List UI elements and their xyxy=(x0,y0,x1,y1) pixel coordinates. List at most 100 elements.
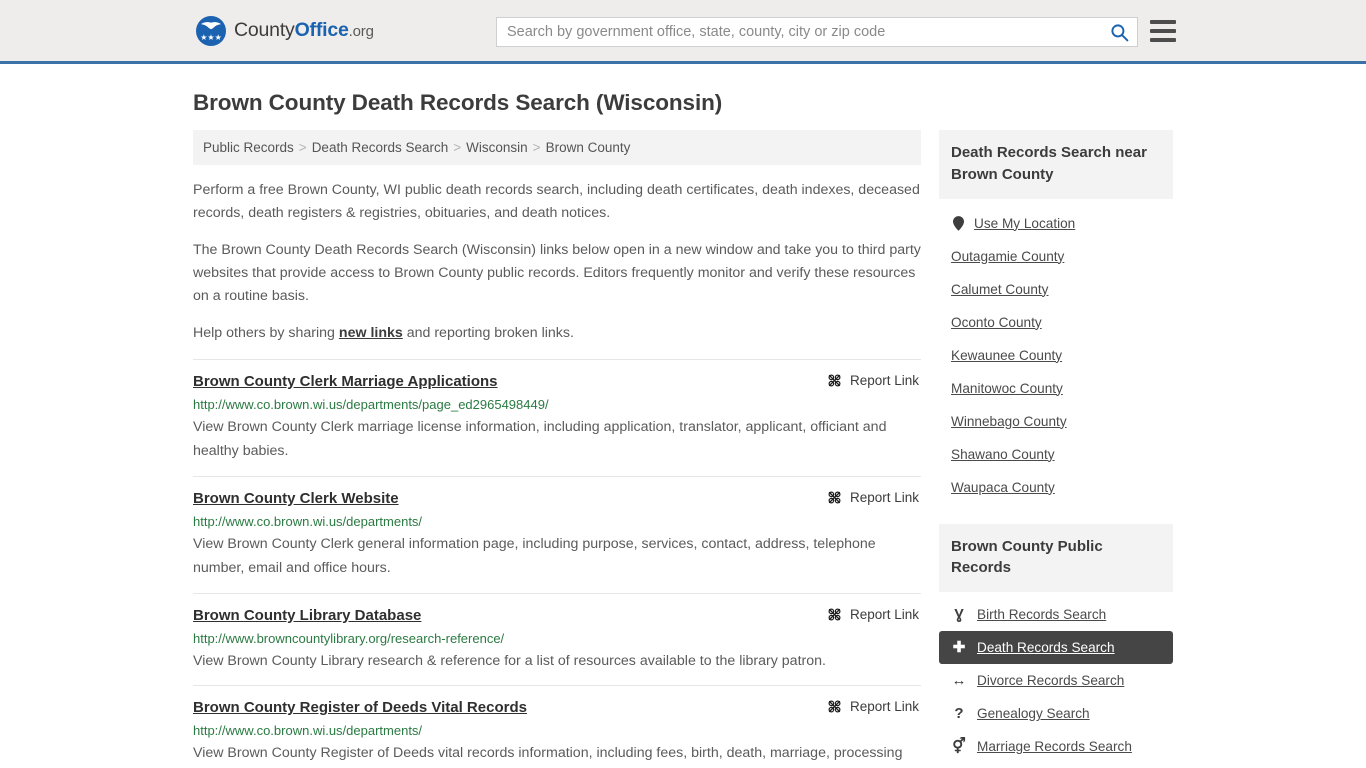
two-column-layout: Public Records > Death Records Search > Wisc… xyxy=(193,130,1173,768)
intro-p3-before: Help others by sharing xyxy=(193,325,339,341)
page-body: Brown County Death Records Search (Wisco… xyxy=(0,90,1366,768)
site-header: ★★★ CountyOffice.org xyxy=(0,0,1366,64)
sidebar-use-my-location[interactable]: Use My Location xyxy=(939,207,1173,240)
sidebar-county-link[interactable]: Shawano County xyxy=(939,438,1173,471)
listing-header: Brown County Library Database Report Link xyxy=(193,607,921,624)
sidebar-county-label: Manitowoc County xyxy=(951,380,1063,396)
map-pin-glyph xyxy=(952,215,964,231)
listing-header: Brown County Clerk Website Report Link xyxy=(193,490,921,507)
broken-link-icon xyxy=(828,374,841,387)
breadcrumb-separator: > xyxy=(453,140,462,155)
report-link-label: Report Link xyxy=(849,606,919,622)
sidebar-public-records-title: Brown County Public Records xyxy=(939,523,1173,592)
sidebar-county-link[interactable]: Outagamie County xyxy=(939,240,1173,273)
question-mark-icon: ? xyxy=(954,705,964,722)
hamburger-bar xyxy=(1150,38,1176,42)
intro-p3-after: and reporting broken links. xyxy=(402,325,574,341)
brand-suffix: .org xyxy=(348,23,374,40)
listing-url[interactable]: http://www.browncountylibrary.org/resear… xyxy=(193,631,921,646)
listing-header: Brown County Register of Deeds Vital Rec… xyxy=(193,699,921,716)
sidebar-county-link[interactable]: Winnebago County xyxy=(939,405,1173,438)
breadcrumb-item[interactable]: Brown County xyxy=(546,140,631,155)
listing-url[interactable]: http://www.co.brown.wi.us/departments/ xyxy=(193,514,921,529)
sidebar-county-link[interactable]: Calumet County xyxy=(939,273,1173,306)
listing-title-link[interactable]: Brown County Clerk Marriage Applications xyxy=(193,373,498,390)
sidebar-county-label: Shawano County xyxy=(951,446,1055,462)
listing-url[interactable]: http://www.co.brown.wi.us/departments/ xyxy=(193,723,921,738)
sidebar-county-label: Calumet County xyxy=(951,281,1049,297)
sidebar: Death Records Search near Brown County U… xyxy=(939,130,1173,763)
sidebar-record-label: Birth Records Search xyxy=(977,607,1107,622)
listing-results: Brown County Clerk Marriage Applications… xyxy=(193,359,921,768)
report-link-button[interactable]: Report Link xyxy=(827,607,921,622)
report-link-button[interactable]: Report Link xyxy=(827,373,921,388)
sidebar-county-label: Winnebago County xyxy=(951,413,1067,429)
site-logo[interactable]: ★★★ CountyOffice.org xyxy=(196,15,374,46)
cross-plus-icon: ✚ xyxy=(952,639,966,656)
male-female-icon: ⚥ xyxy=(952,738,966,755)
report-link-button[interactable]: Report Link xyxy=(827,699,921,714)
breadcrumb-item[interactable]: Wisconsin xyxy=(466,140,528,155)
listing-description: View Brown County Library research & ref… xyxy=(193,652,826,669)
public-records-links: Ɣ Birth Records Search ✚ Death Records Sear… xyxy=(939,592,1173,763)
sidebar-county-label: Oconto County xyxy=(951,314,1042,330)
sidebar-county-label: Outagamie County xyxy=(951,248,1065,264)
listing-title-link[interactable]: Brown County Register of Deeds Vital Rec… xyxy=(193,699,527,716)
listing-title-link[interactable]: Brown County Library Database xyxy=(193,607,421,624)
report-link-button[interactable]: Report Link xyxy=(827,490,921,505)
sidebar-record-link-marriage-records-search[interactable]: ⚥ Marriage Records Search xyxy=(939,730,1173,763)
listing-item: Brown County Library Database Report Link… xyxy=(193,592,921,685)
left-right-arrow-icon: ↔ xyxy=(951,672,967,689)
hamburger-menu-button[interactable] xyxy=(1150,20,1176,42)
breadcrumb-separator: > xyxy=(532,140,541,155)
breadcrumb-item[interactable]: Public Records xyxy=(203,140,294,155)
eagle-icon xyxy=(200,21,222,29)
map-pin-icon xyxy=(951,215,965,231)
search-button[interactable] xyxy=(1101,18,1137,46)
sidebar-record-label: Divorce Records Search xyxy=(977,673,1125,688)
sidebar-county-link[interactable]: Kewaunee County xyxy=(939,339,1173,372)
broken-link-icon xyxy=(828,700,841,713)
sidebar-county-link[interactable]: Oconto County xyxy=(939,306,1173,339)
sidebar-record-link-divorce-records-search[interactable]: ↔ Divorce Records Search xyxy=(939,664,1173,697)
sidebar-record-link-birth-records-search[interactable]: Ɣ Birth Records Search xyxy=(939,598,1173,631)
listing-description: View Brown County Clerk general informat… xyxy=(193,535,876,577)
page-title: Brown County Death Records Search (Wisco… xyxy=(193,90,723,115)
listing-header: Brown County Clerk Marriage Applications… xyxy=(193,373,921,390)
main-column: Public Records > Death Records Search > Wisc… xyxy=(193,130,921,768)
report-link-label: Report Link xyxy=(849,373,919,388)
sidebar-county-link[interactable]: Manitowoc County xyxy=(939,372,1173,405)
report-link-label: Report Link xyxy=(849,489,919,505)
breadcrumb-item[interactable]: Death Records Search xyxy=(312,140,449,155)
sidebar-county-label: Kewaunee County xyxy=(951,347,1063,363)
breadcrumb: Public Records > Death Records Search > Wisc… xyxy=(193,130,921,165)
listing-item: Brown County Register of Deeds Vital Rec… xyxy=(193,685,921,768)
sidebar-nearby-links: Use My Location Outagamie County Calumet … xyxy=(939,199,1173,508)
hamburger-bar xyxy=(1150,29,1176,33)
brand-part-office: Office xyxy=(294,19,349,41)
sidebar-nearby-title: Death Records Search near Brown County xyxy=(939,130,1173,199)
sidebar-record-link-genealogy-search[interactable]: ? Genealogy Search xyxy=(939,697,1173,730)
intro-text: Perform a free Brown County, WI public d… xyxy=(193,179,921,345)
sidebar-county-label: Waupaca County xyxy=(951,479,1055,495)
listing-url[interactable]: http://www.co.brown.wi.us/departments/pa… xyxy=(193,397,921,412)
search-input[interactable] xyxy=(497,18,1101,46)
listing-title-link[interactable]: Brown County Clerk Website xyxy=(193,490,399,507)
sidebar-record-link-death-records-search[interactable]: ✚ Death Records Search xyxy=(939,631,1173,664)
sidebar-county-link[interactable]: Waupaca County xyxy=(939,471,1173,504)
search-bar[interactable] xyxy=(496,17,1138,47)
sidebar-record-label: Death Records Search xyxy=(977,640,1115,655)
content-container: Brown County Death Records Search (Wisco… xyxy=(193,90,1173,768)
new-links-link[interactable]: new links xyxy=(339,325,403,341)
listing-item: Brown County Clerk Website Report Link htt… xyxy=(193,475,921,593)
intro-paragraph-2: The Brown County Death Records Search (W… xyxy=(193,242,921,304)
report-link-label: Report Link xyxy=(849,699,919,715)
broken-link-icon xyxy=(828,608,841,621)
sidebar-record-label: Genealogy Search xyxy=(977,706,1090,721)
intro-paragraph-3: Help others by sharing new links and rep… xyxy=(193,322,921,345)
search-icon xyxy=(1110,23,1128,41)
sidebar-record-label: Marriage Records Search xyxy=(977,739,1132,754)
intro-paragraph-1: Perform a free Brown County, WI public d… xyxy=(193,182,920,221)
brand-text: CountyOffice.org xyxy=(234,19,374,42)
